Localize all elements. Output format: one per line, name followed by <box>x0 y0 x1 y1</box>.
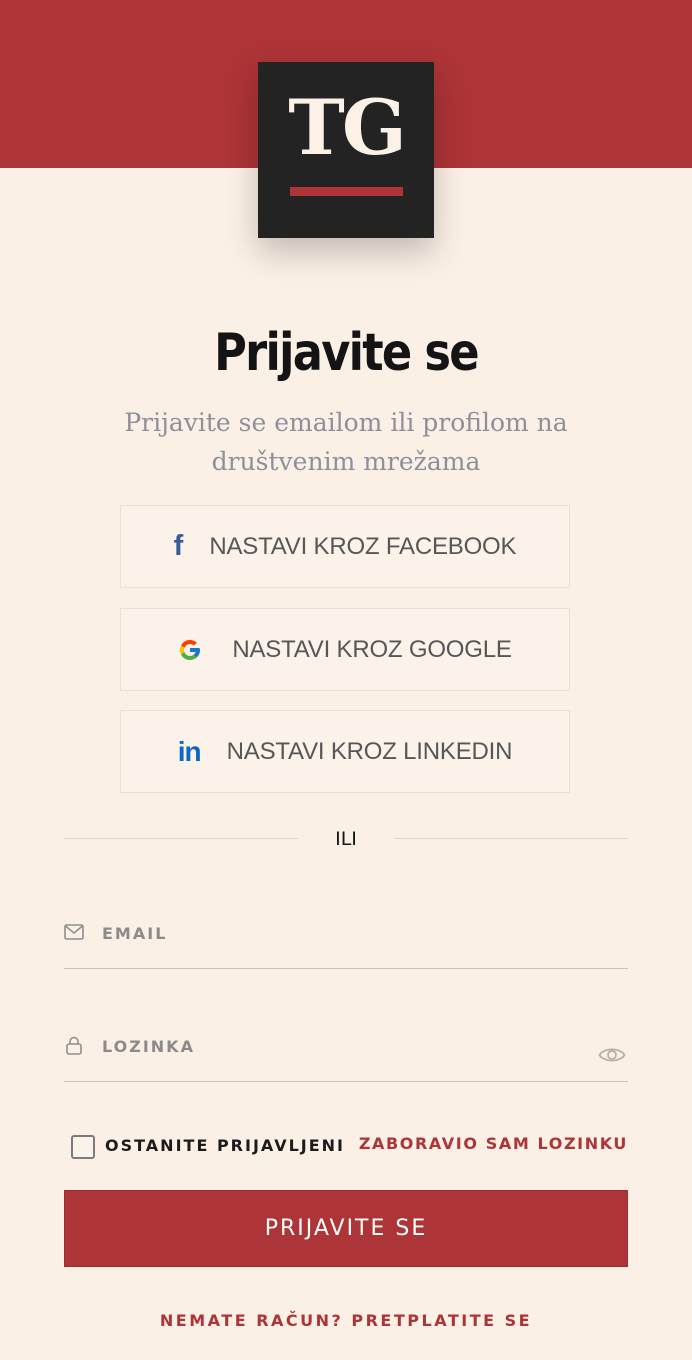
linkedin-login-label: NASTAVI KROZ LINKEDIN <box>226 737 513 765</box>
password-field-wrapper <box>64 1023 628 1082</box>
signup-link[interactable]: NEMATE RAČUN? PRETPLATITE SE <box>0 1309 692 1333</box>
divider-text: ILI <box>335 828 357 850</box>
login-submit-button[interactable]: PRIJAVITE SE <box>64 1190 628 1267</box>
forgot-password-link[interactable]: ZABORAVIO SAM LOZINKU <box>359 1132 628 1156</box>
email-input[interactable] <box>102 922 582 944</box>
facebook-login-label: NASTAVI KROZ FACEBOOK <box>209 532 517 560</box>
google-login-label: NASTAVI KROZ GOOGLE <box>232 635 512 663</box>
divider-line-right <box>394 838 628 839</box>
logo-underline <box>290 187 403 196</box>
facebook-login-button[interactable]: f NASTAVI KROZ FACEBOOK <box>120 505 570 588</box>
remember-me-checkbox[interactable] <box>71 1135 95 1159</box>
google-icon <box>180 639 201 660</box>
eye-icon[interactable] <box>598 1045 626 1065</box>
password-input[interactable] <box>102 1035 582 1057</box>
facebook-icon: f <box>173 530 184 562</box>
page-title: Prijavite se <box>214 323 479 383</box>
linkedin-icon: in <box>177 735 202 767</box>
mail-icon <box>64 924 84 940</box>
divider-line-left <box>64 838 298 839</box>
google-login-button[interactable]: NASTAVI KROZ GOOGLE <box>120 608 570 691</box>
logo-text: TG <box>288 83 406 172</box>
email-field-wrapper <box>64 910 628 969</box>
page-subtitle: Prijavite se emailom ili profilom na dru… <box>124 408 568 476</box>
linkedin-login-button[interactable]: in NASTAVI KROZ LINKEDIN <box>120 710 570 793</box>
site-logo: TG <box>258 62 434 238</box>
remember-me-label: OSTANITE PRIJAVLJENI <box>105 1136 345 1155</box>
lock-icon <box>66 1036 82 1055</box>
